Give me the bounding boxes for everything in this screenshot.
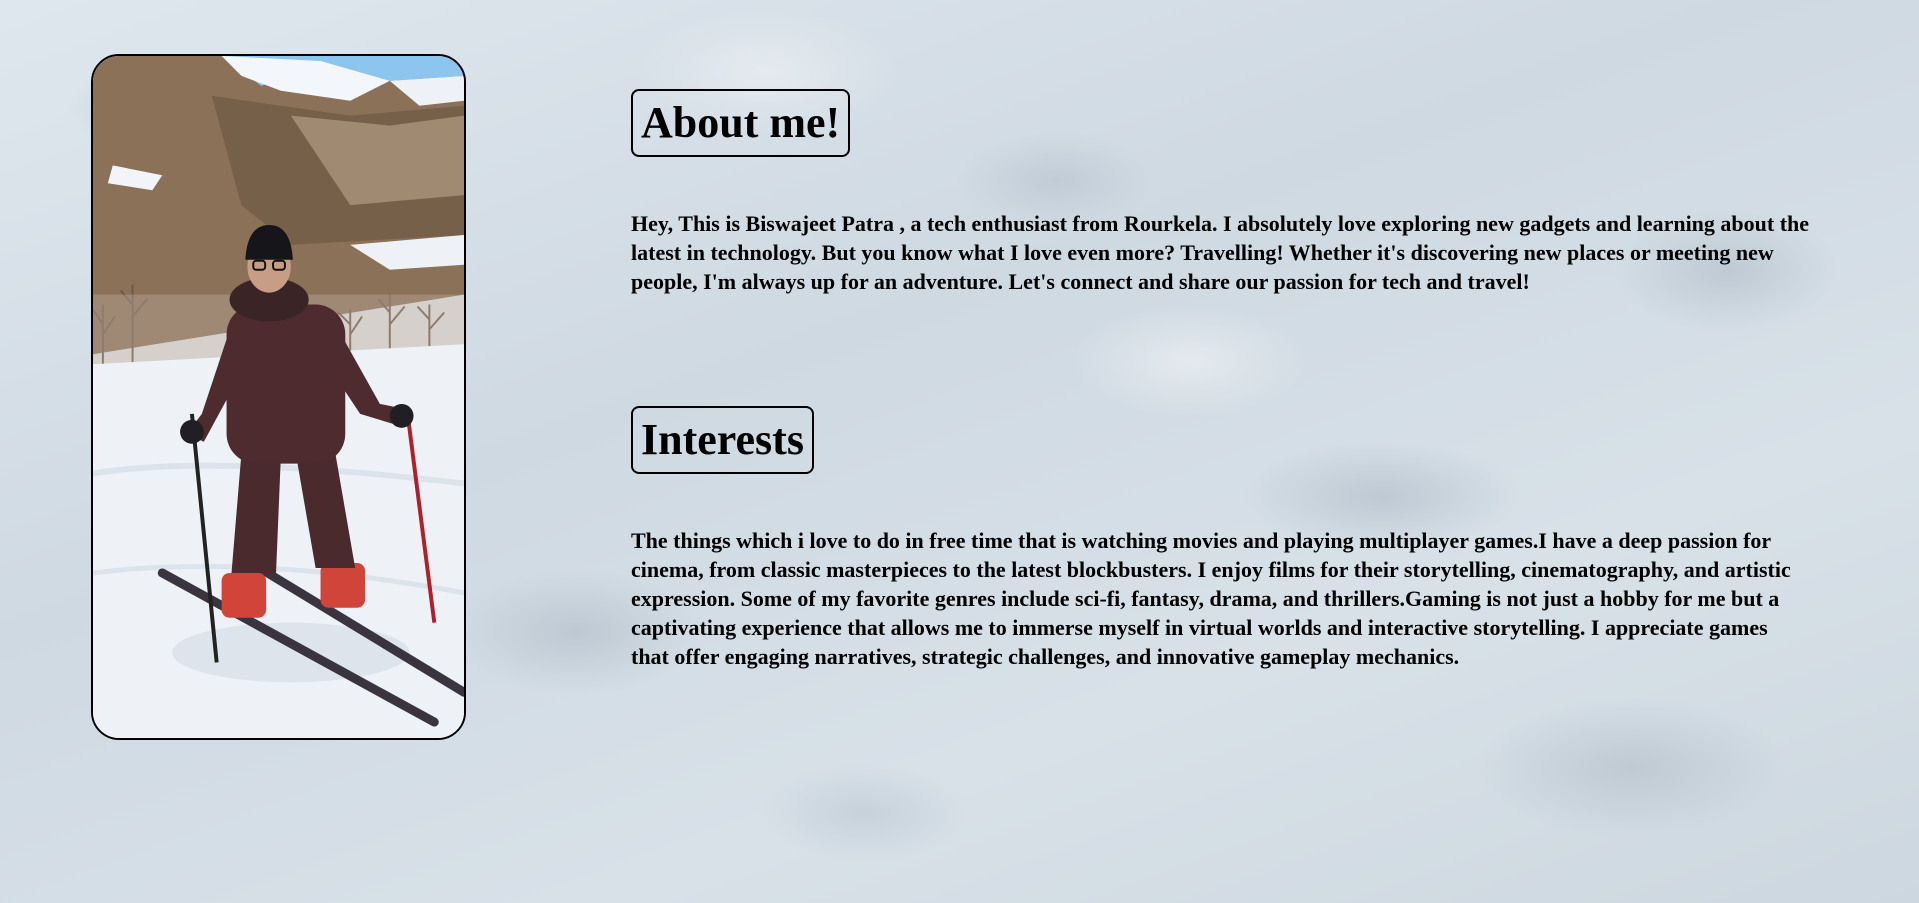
about-heading: About me! xyxy=(631,89,851,157)
about-text: Hey, This is Biswajeet Patra , a tech en… xyxy=(631,211,1810,294)
profile-photo-illustration xyxy=(93,56,464,738)
about-section: About me! Hey, This is Biswajeet Patra ,… xyxy=(631,89,1811,296)
main-content: About me! Hey, This is Biswajeet Patra ,… xyxy=(631,89,1811,671)
profile-photo xyxy=(91,54,466,740)
interests-text: The things which i love to do in free ti… xyxy=(631,528,1791,669)
interests-heading: Interests xyxy=(631,406,814,474)
interests-section: Interests The things which i love to do … xyxy=(631,406,1811,671)
